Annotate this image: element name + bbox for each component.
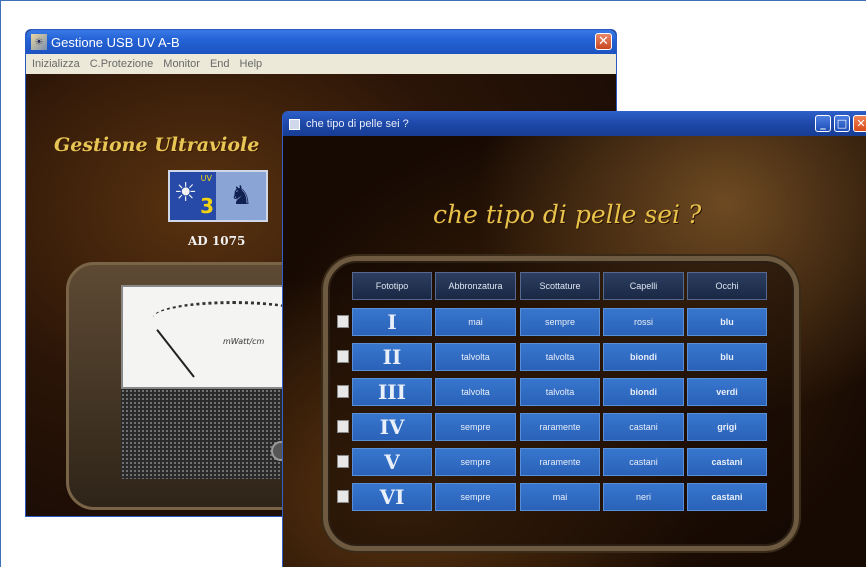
skin-type-body: che tipo di pelle sei ? Fototipo Abbronza… bbox=[283, 136, 866, 567]
uv-index-logo: ☀ UV 3 ♞ bbox=[168, 170, 268, 222]
question-heading: che tipo di pelle sei ? bbox=[433, 200, 702, 229]
row-select-checkbox[interactable] bbox=[337, 350, 349, 363]
cell-abbronzatura: talvolta bbox=[435, 343, 516, 371]
meter-needle bbox=[156, 329, 195, 378]
cell-capelli: castani bbox=[603, 448, 684, 476]
cell-capelli: biondi bbox=[603, 343, 684, 371]
uv-sun-panel: ☀ UV 3 bbox=[170, 172, 216, 220]
cell-occhi: verdi bbox=[687, 378, 767, 406]
sun-icon: ☀ bbox=[174, 178, 198, 208]
cell-scottature: talvolta bbox=[520, 378, 600, 406]
column-header-occhi: Occhi bbox=[687, 272, 767, 300]
window-menu-icon[interactable] bbox=[289, 118, 300, 130]
app-heading: Gestione Ultraviole bbox=[54, 134, 260, 156]
column-header-capelli: Capelli bbox=[603, 272, 684, 300]
maximize-button[interactable]: □ bbox=[834, 115, 850, 132]
row-select-checkbox[interactable] bbox=[337, 490, 349, 503]
uv-label: UV bbox=[200, 174, 212, 183]
cell-capelli: castani bbox=[603, 413, 684, 441]
skin-type-button[interactable]: V bbox=[352, 448, 432, 476]
window-title: che tipo di pelle sei ? bbox=[306, 118, 409, 130]
minimize-button[interactable]: _ bbox=[815, 115, 831, 132]
cell-capelli: biondi bbox=[603, 378, 684, 406]
cell-abbronzatura: mai bbox=[435, 308, 516, 336]
uv-index-value: 3 bbox=[200, 194, 214, 218]
skin-type-window: che tipo di pelle sei ? _ □ ✕ che tipo d… bbox=[282, 111, 866, 567]
cell-abbronzatura: talvolta bbox=[435, 378, 516, 406]
cell-scottature: mai bbox=[520, 483, 600, 511]
skin-type-button[interactable]: III bbox=[352, 378, 432, 406]
device-label: AD 1075 bbox=[188, 234, 246, 248]
cell-abbronzatura: sempre bbox=[435, 448, 516, 476]
column-header-abbronzatura: Abbronzatura bbox=[435, 272, 516, 300]
person-hat-icon: ♞ bbox=[216, 172, 266, 220]
menu-bar: Inizializza C.Protezione Monitor End Hel… bbox=[26, 54, 616, 74]
cell-capelli: neri bbox=[603, 483, 684, 511]
column-header-scottature: Scottature bbox=[520, 272, 600, 300]
cell-occhi: blu bbox=[687, 308, 767, 336]
cell-abbronzatura: sempre bbox=[435, 483, 516, 511]
skin-type-titlebar[interactable]: che tipo di pelle sei ? _ □ ✕ bbox=[283, 112, 866, 136]
menu-protezione[interactable]: C.Protezione bbox=[90, 58, 154, 70]
cell-occhi: grigi bbox=[687, 413, 767, 441]
gestione-titlebar[interactable]: ☀ Gestione USB UV A-B ✕ bbox=[26, 30, 616, 54]
skin-type-button[interactable]: VI bbox=[352, 483, 432, 511]
cell-occhi: castani bbox=[687, 483, 767, 511]
skin-type-button[interactable]: II bbox=[352, 343, 432, 371]
row-select-checkbox[interactable] bbox=[337, 315, 349, 328]
cell-scottature: sempre bbox=[520, 308, 600, 336]
cell-occhi: castani bbox=[687, 448, 767, 476]
meter-units: mWatt/cm bbox=[223, 337, 265, 346]
cell-scottature: raramente bbox=[520, 448, 600, 476]
window-title: Gestione USB UV A-B bbox=[51, 34, 180, 50]
menu-inizializza[interactable]: Inizializza bbox=[32, 58, 80, 70]
row-select-checkbox[interactable] bbox=[337, 420, 349, 433]
cell-occhi: blu bbox=[687, 343, 767, 371]
close-button[interactable]: ✕ bbox=[595, 33, 612, 50]
row-select-checkbox[interactable] bbox=[337, 385, 349, 398]
row-select-checkbox[interactable] bbox=[337, 455, 349, 468]
cell-abbronzatura: sempre bbox=[435, 413, 516, 441]
cell-capelli: rossi bbox=[603, 308, 684, 336]
app-icon: ☀ bbox=[31, 34, 47, 50]
cell-scottature: raramente bbox=[520, 413, 600, 441]
menu-help[interactable]: Help bbox=[240, 58, 263, 70]
desktop: ☀ Gestione USB UV A-B ✕ Inizializza C.Pr… bbox=[0, 0, 866, 567]
menu-end[interactable]: End bbox=[210, 58, 230, 70]
cell-scottature: talvolta bbox=[520, 343, 600, 371]
close-button[interactable]: ✕ bbox=[853, 115, 866, 132]
column-header-fototipo: Fototipo bbox=[352, 272, 432, 300]
window-controls: _ □ ✕ bbox=[815, 115, 866, 132]
skin-type-button[interactable]: I bbox=[352, 308, 432, 336]
menu-monitor[interactable]: Monitor bbox=[163, 58, 200, 70]
skin-type-button[interactable]: IV bbox=[352, 413, 432, 441]
